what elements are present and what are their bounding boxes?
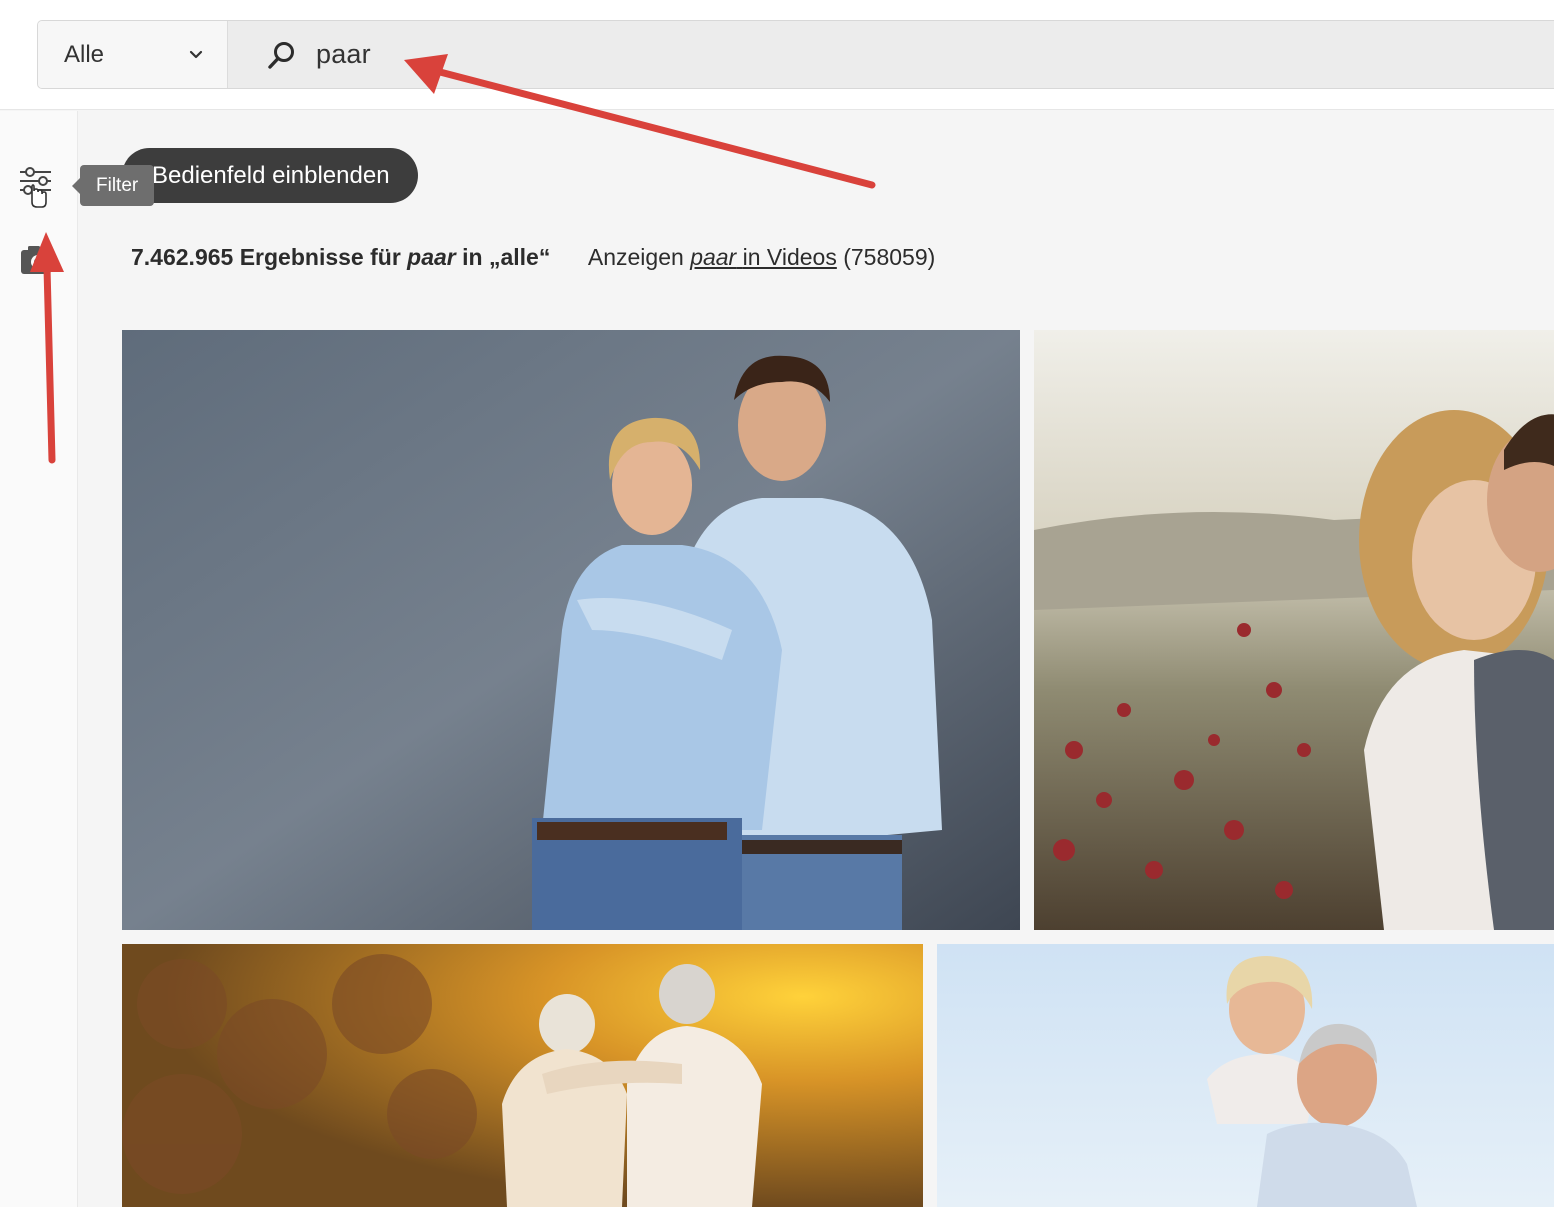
filter-button[interactable] [16, 166, 56, 208]
result-image-couple-sunset[interactable] [1034, 330, 1554, 930]
result-image-couple-wall[interactable] [122, 330, 1020, 930]
couple-sunset-photo [1034, 330, 1554, 930]
scope-dropdown-label: Alle [64, 40, 105, 68]
seniors-walking-photo [122, 944, 923, 1207]
results-query: paar [407, 244, 456, 270]
results-summary: 7.462.965 Ergebnisse für paar in „alle“ … [131, 244, 935, 271]
search-icon[interactable] [266, 39, 298, 71]
top-bar: Alle paar [0, 0, 1554, 110]
show-panel-label: Bedienfeld einblenden [152, 161, 390, 189]
results-scope: „alle“ [488, 244, 551, 270]
chevron-down-icon [189, 50, 203, 58]
search-bar: Alle paar [37, 20, 1554, 89]
results-count: 7.462.965 [131, 244, 234, 270]
video-count: (758059) [843, 244, 936, 270]
search-query-text: paar [316, 39, 371, 69]
show-prefix: Anzeigen [587, 244, 684, 270]
result-image-seniors-piggyback[interactable] [937, 944, 1554, 1207]
filter-tooltip-label: Filter [96, 174, 139, 196]
camera-icon [21, 246, 51, 274]
result-image-seniors-walking[interactable] [122, 944, 923, 1207]
filter-tooltip: Filter [71, 165, 155, 206]
filter-sliders-icon [20, 167, 51, 208]
scope-dropdown[interactable]: Alle [38, 21, 228, 88]
results-in-text: in [462, 244, 483, 270]
video-query: paar [690, 244, 737, 270]
video-results-link[interactable]: paar in Videos [690, 244, 837, 270]
video-link-text: in Videos [742, 244, 837, 270]
couple-wall-photo [122, 330, 1020, 930]
show-panel-button[interactable]: Bedienfeld einblenden [122, 148, 418, 203]
search-input[interactable]: paar [228, 21, 1554, 88]
visual-search-button[interactable] [16, 240, 56, 280]
seniors-piggyback-photo [937, 944, 1554, 1207]
results-text: Ergebnisse für [239, 244, 401, 270]
